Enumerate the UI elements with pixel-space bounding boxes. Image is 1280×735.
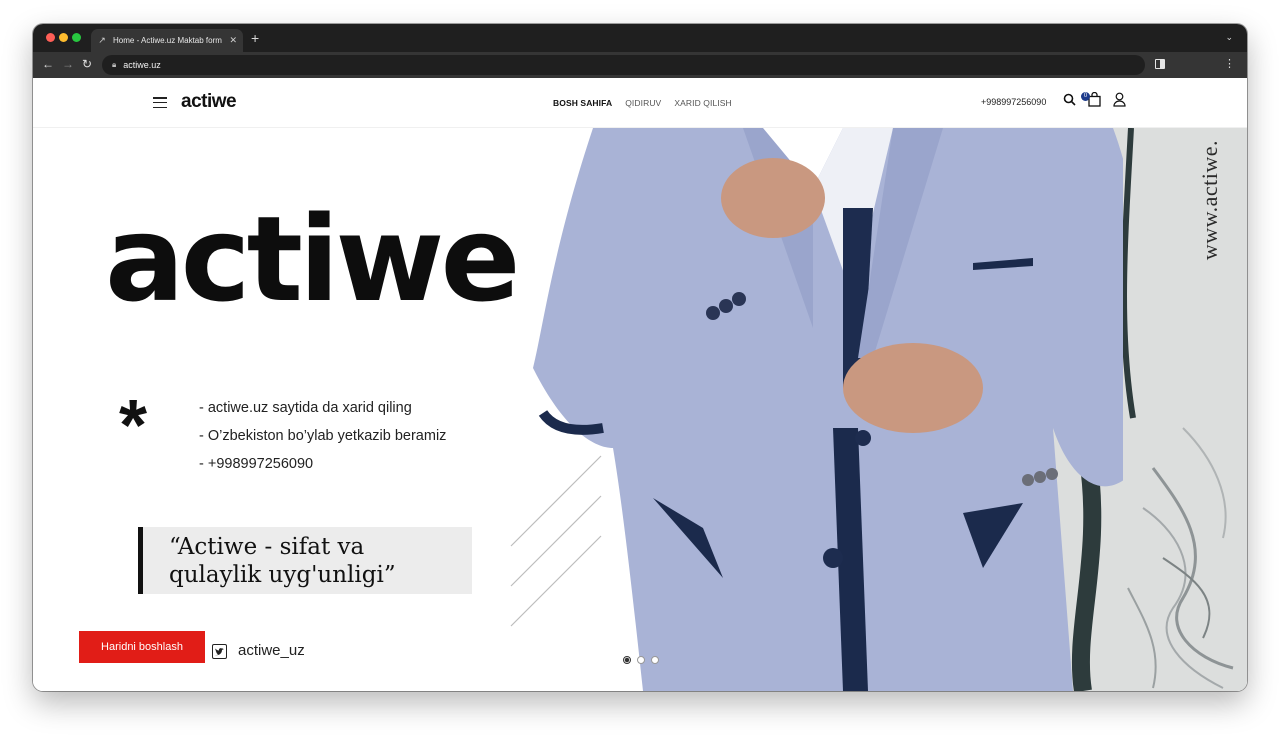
browser-tab[interactable]: ↗ Home - Actiwe.uz Maktab form ✕ [91,29,243,52]
close-window-button[interactable] [46,33,55,42]
cart-count-badge: 0 [1081,92,1090,101]
feature-item: - +998997256090 [199,456,314,472]
url-text: actiwe.uz [123,60,161,70]
feature-item: - O’zbekiston bo’ylab yetkazib beramiz [199,428,447,444]
nav-item-qidiruv[interactable]: QIDIRUV [625,98,661,108]
shopping-bag-icon[interactable] [1088,92,1101,107]
user-account-icon[interactable] [1113,92,1126,107]
twitter-handle[interactable]: actiwe_uz [238,642,305,659]
zoom-window-button[interactable] [72,33,81,42]
tab-strip: ↗ Home - Actiwe.uz Maktab form ✕ + ⌄ [33,24,1247,52]
quote-line: qulaylik uyg'unligi” [169,562,396,588]
hero-banner: www.actiwe. actiwe * - actiwe.uz saytida… [33,128,1247,691]
quote-line: “Actiwe - sifat va [169,534,365,560]
site-logo[interactable]: actiwe [181,91,237,113]
twitter-icon[interactable] [212,644,227,659]
hero-logo-text: actiwe [105,190,520,328]
carousel-dot-3[interactable] [651,656,659,664]
hamburger-menu-icon[interactable] [153,97,167,108]
carousel-dot-1[interactable] [623,656,631,664]
start-shopping-button[interactable]: Haridni boshlash [79,631,205,663]
site-watermark: www.actiwe. [1197,140,1222,261]
tab-close-icon[interactable]: ✕ [229,35,237,46]
asterisk-icon: * [119,386,148,466]
search-icon[interactable] [1063,93,1076,106]
browser-toolbar: ← → ↻ 🔒︎ actiwe.uz ⋮ [33,52,1247,78]
tab-title: Home - Actiwe.uz Maktab form [113,36,222,45]
tab-search-chevron-icon[interactable]: ⌄ [1225,32,1233,43]
minimize-window-button[interactable] [59,33,68,42]
new-tab-button[interactable]: + [251,30,259,46]
forward-arrow-icon[interactable]: → [62,57,74,71]
nav-item-bosh-sahifa[interactable]: BOSH SAHIFA [553,98,612,108]
main-nav: BOSH SAHIFA QIDIRUV XARID QILISH [553,98,732,108]
nav-item-xarid-qilish[interactable]: XARID QILISH [674,98,731,108]
address-bar[interactable]: 🔒︎ actiwe.uz [102,55,1145,75]
side-panel-icon[interactable] [1155,59,1165,69]
browser-menu-icon[interactable]: ⋮ [1224,57,1235,70]
header-phone[interactable]: +998997256090 [981,97,1046,107]
webpage: actiwe BOSH SAHIFA QIDIRUV XARID QILISH … [33,78,1247,691]
carousel-dot-2[interactable] [637,656,645,664]
decorative-diagonal-lines [510,455,602,627]
reload-icon[interactable]: ↻ [82,57,92,71]
lock-icon: 🔒︎ [112,60,117,69]
slogan-quote: “Actiwe - sifat va qulaylik uyg'unligi” [138,527,472,594]
back-arrow-icon[interactable]: ← [42,57,54,71]
site-header: actiwe BOSH SAHIFA QIDIRUV XARID QILISH … [33,78,1247,128]
carousel-dots [623,656,659,664]
actiwe-favicon-icon: ↗ [98,35,106,45]
browser-window: ↗ Home - Actiwe.uz Maktab form ✕ + ⌄ ← →… [33,24,1247,691]
feature-list: - actiwe.uz saytida da xarid qiling - O’… [199,394,446,478]
feature-item: - actiwe.uz saytida da xarid qiling [199,400,412,416]
